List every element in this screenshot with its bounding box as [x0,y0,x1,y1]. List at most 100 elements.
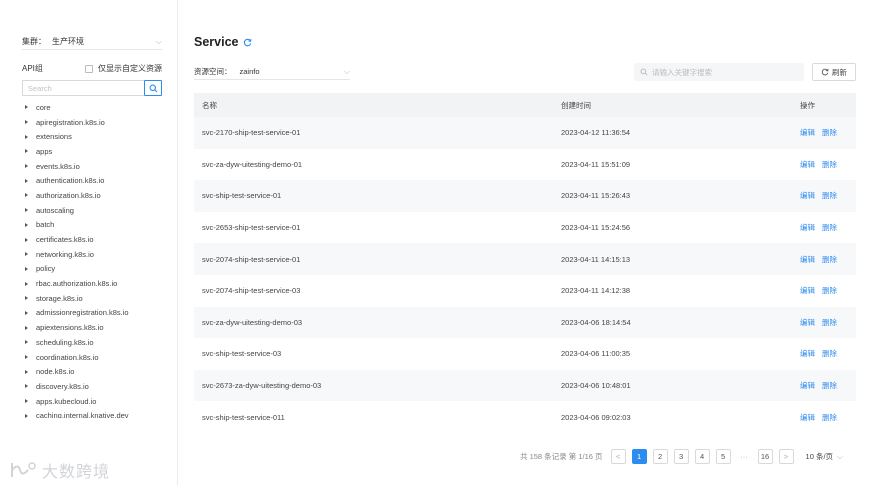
api-group-label: apps.kubecloud.io [36,396,97,406]
table-header: 名称 创建时间 操作 [194,93,856,117]
pagination-ellipsis[interactable]: ··· [736,449,752,464]
api-search-button[interactable] [144,80,162,96]
api-group-label: policy [36,264,56,274]
api-group-item[interactable]: extensions [22,129,172,144]
api-group-item[interactable]: policy [22,262,172,277]
api-group-item[interactable]: apps [22,144,172,159]
api-group-label: batch [36,220,55,230]
api-group-label: rbac.authorization.k8s.io [36,279,118,289]
api-group-item[interactable]: apps.kubecloud.io [22,394,172,409]
api-group-item[interactable]: rbac.authorization.k8s.io [22,276,172,291]
delete-link[interactable]: 删除 [822,317,837,328]
refresh-label: 刷新 [832,67,847,77]
delete-link[interactable]: 删除 [822,348,837,359]
delete-link[interactable]: 删除 [822,190,837,201]
header-name: 名称 [202,100,217,110]
keyword-search-placeholder: 请输入关键字搜索 [652,67,712,77]
row-actions: 编辑 删除 [800,127,856,138]
sidebar: 集群： 生产环境 ⌵ API组 仅显示自定义资源 core apiregistra… [0,0,178,485]
api-group-item[interactable]: networking.k8s.io [22,247,172,262]
edit-link[interactable]: 编辑 [800,159,815,170]
edit-link[interactable]: 编辑 [800,317,815,328]
namespace-label: 资源空间： [194,67,232,76]
api-search [22,80,162,96]
api-search-input[interactable] [22,80,144,96]
api-group-item[interactable]: storage.k8s.io [22,291,172,306]
edit-link[interactable]: 编辑 [800,348,815,359]
refresh-button[interactable]: 刷新 [812,63,856,81]
api-group-item[interactable]: core [22,100,172,115]
api-group-item[interactable]: coordination.k8s.io [22,350,172,365]
row-actions: 编辑 删除 [800,285,856,296]
service-name: svc-ship-test-service-01 [202,191,282,201]
edit-link[interactable]: 编辑 [800,380,815,391]
delete-link[interactable]: 删除 [822,222,837,233]
prev-page-button[interactable]: < [610,449,626,464]
caret-right-icon [25,208,28,213]
watermark-text: 大数跨境 [42,464,111,481]
caret-right-icon [25,399,28,404]
api-group-label: scheduling.k8s.io [36,337,94,347]
api-group-item[interactable]: autoscaling [22,203,172,218]
page-button[interactable]: 4 [694,449,710,464]
api-group-label: coordination.k8s.io [36,352,99,362]
edit-link[interactable]: 编辑 [800,190,815,201]
keyword-search-input[interactable]: 请输入关键字搜索 [634,63,804,81]
table-row: svc-ship-test-service-01 2023-04-11 15:26… [194,180,856,212]
refresh-icon[interactable] [243,38,252,47]
edit-link[interactable]: 编辑 [800,285,815,296]
created-time: 2023-04-06 11:00:35 [561,349,631,359]
table-row: svc-za-dyw-uitesting-demo-03 2023-04-06 1… [194,306,856,339]
table-row: svc-2653-ship-test-service-01 2023-04-11 … [194,212,856,244]
edit-link[interactable]: 编辑 [800,222,815,233]
api-group-item[interactable]: admissionregistration.k8s.io [22,306,172,321]
delete-link[interactable]: 删除 [822,285,837,296]
api-group-label: authorization.k8s.io [36,190,101,200]
next-page-button[interactable]: > [778,449,794,464]
page-button[interactable]: 5 [715,449,731,464]
api-group-item[interactable]: caching.internal.knative.dev [22,408,172,418]
edit-link[interactable]: 编辑 [800,127,815,138]
search-icon [640,68,648,76]
delete-link[interactable]: 删除 [822,412,837,423]
page-button[interactable]: 3 [673,449,689,464]
table-row: svc-ship-test-service-011 2023-04-06 09:0… [194,401,856,433]
row-actions: 编辑 删除 [800,412,856,423]
page-button[interactable]: 2 [652,449,668,464]
refresh-icon [821,68,829,76]
page-button[interactable]: 1 [631,449,647,464]
api-group-item[interactable]: certificates.k8s.io [22,232,172,247]
service-name: svc-ship-test-service-03 [202,349,282,359]
checkbox-box[interactable] [85,64,93,73]
api-group-item[interactable]: discovery.k8s.io [22,379,172,394]
api-group-label: node.k8s.io [36,367,75,377]
namespace-select[interactable]: 资源空间： zainfo ⌵ [194,64,350,80]
delete-link[interactable]: 删除 [822,254,837,265]
chevron-down-icon: ⌵ [155,36,162,46]
last-page-button[interactable]: 16 [757,449,773,464]
table-body: svc-2170-ship-test-service-01 2023-04-12 … [194,117,856,433]
edit-link[interactable]: 编辑 [800,412,815,423]
api-group-item[interactable]: batch [22,218,172,233]
created-time: 2023-04-06 09:02:03 [561,412,631,422]
api-group-item[interactable]: events.k8s.io [22,159,172,174]
api-group-item[interactable]: scheduling.k8s.io [22,335,172,350]
api-group-item[interactable]: apiextensions.k8s.io [22,320,172,335]
delete-link[interactable]: 删除 [822,380,837,391]
show-custom-checkbox[interactable]: 仅显示自定义资源 [85,63,162,74]
page-size-select[interactable]: 10 条/页 ⌵ [806,451,843,462]
delete-link[interactable]: 删除 [822,159,837,170]
api-group-item[interactable]: node.k8s.io [22,364,172,379]
delete-link[interactable]: 删除 [822,127,837,138]
cluster-select[interactable]: 集群： 生产环境 ⌵ [22,34,162,50]
edit-link[interactable]: 编辑 [800,254,815,265]
api-group-label: authentication.k8s.io [36,176,105,186]
api-group-item[interactable]: authorization.k8s.io [22,188,172,203]
api-group-label: API组 [22,64,43,73]
service-name: svc-ship-test-service-011 [202,412,285,422]
created-time: 2023-04-11 14:15:13 [561,254,631,264]
caret-right-icon [25,325,28,330]
api-group-item[interactable]: authentication.k8s.io [22,173,172,188]
api-group-item[interactable]: apiregistration.k8s.io [22,115,172,130]
chevron-down-icon: ⌵ [837,451,843,461]
